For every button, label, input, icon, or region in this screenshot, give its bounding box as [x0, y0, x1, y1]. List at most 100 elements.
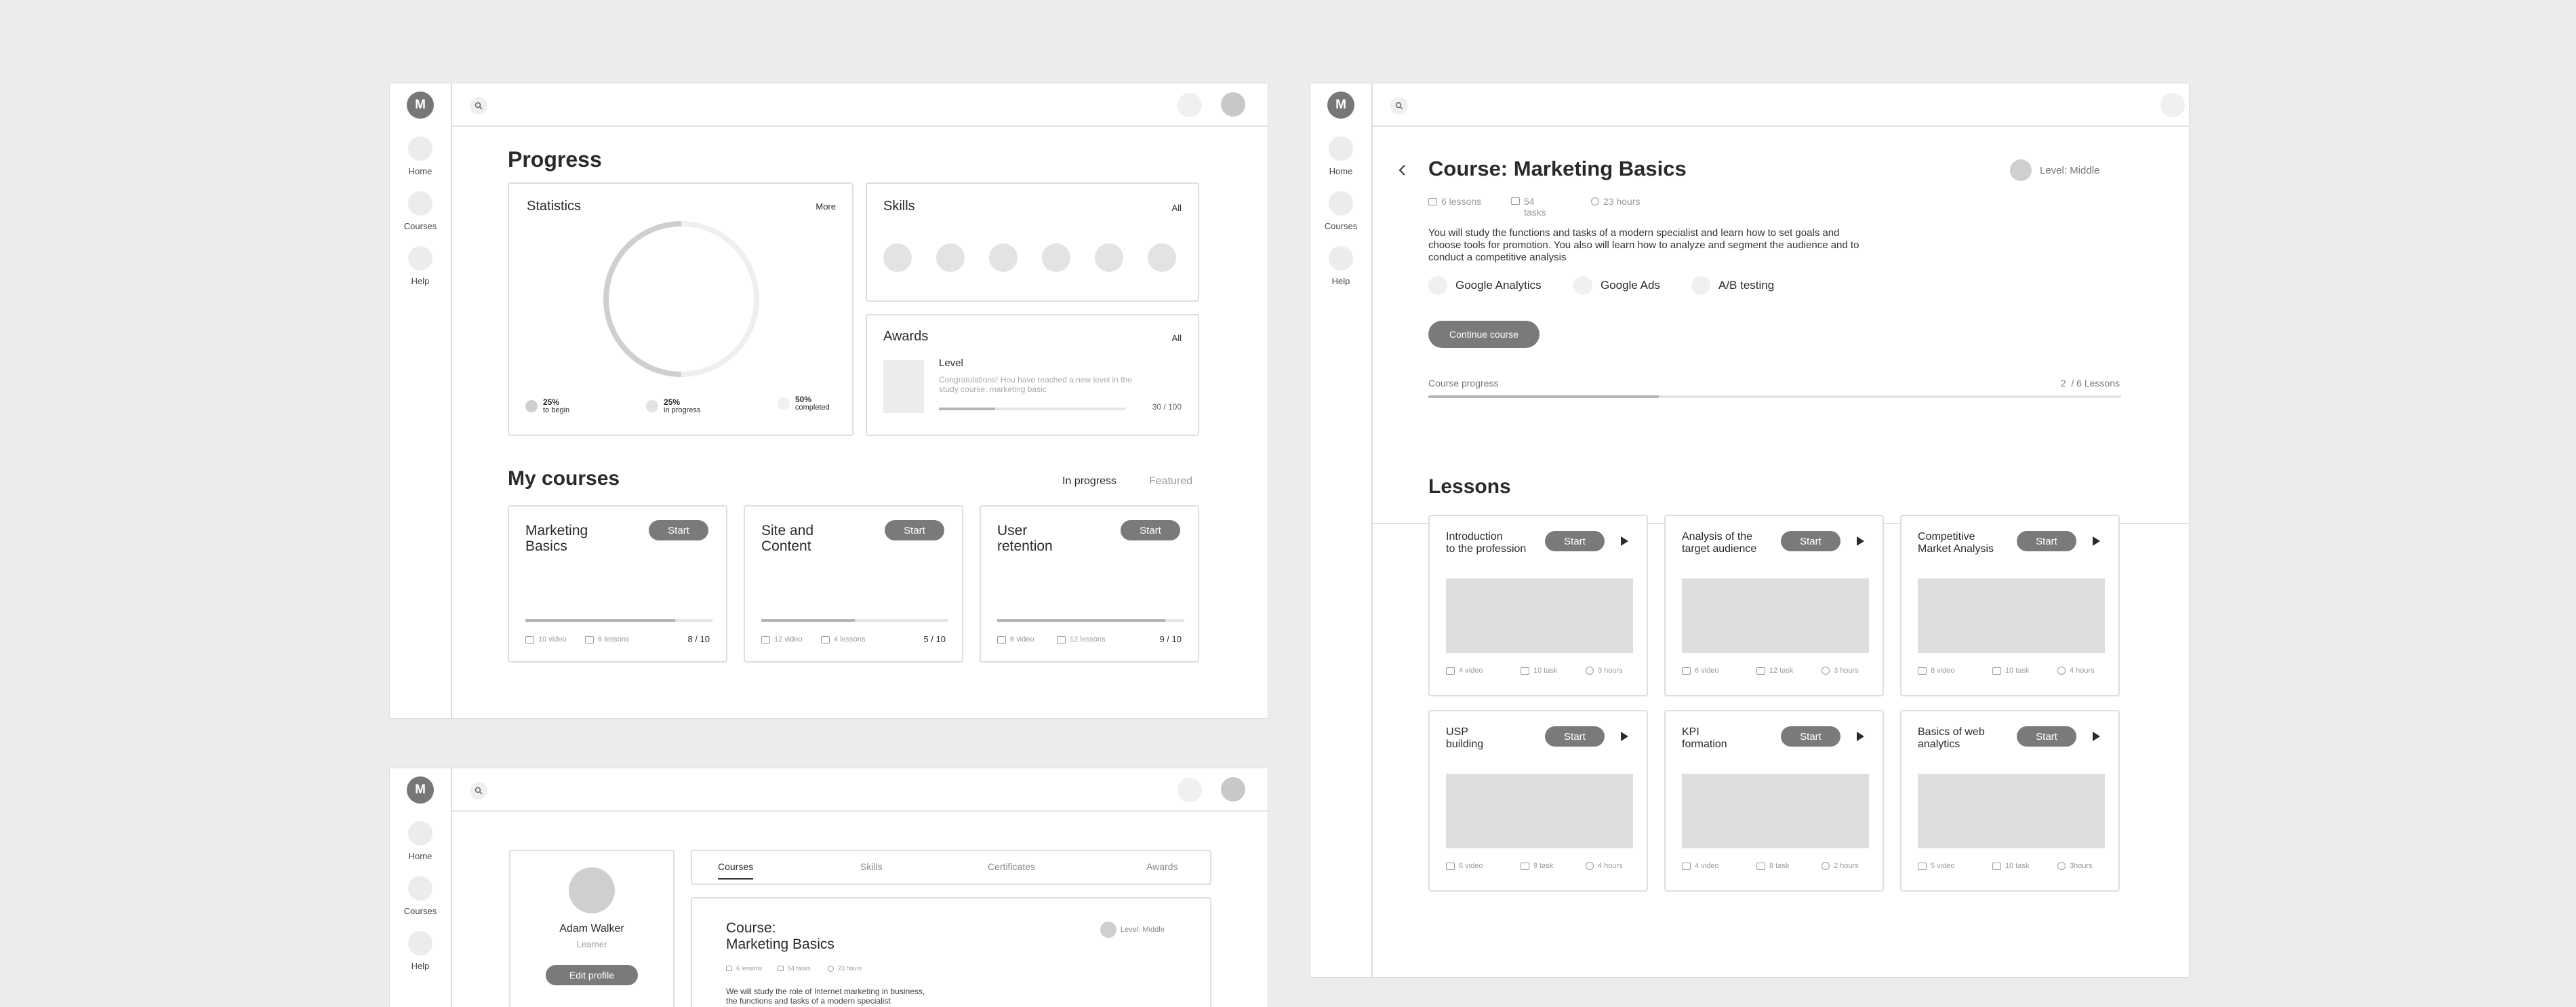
start-button[interactable]: Start [885, 520, 944, 540]
avatar[interactable] [1221, 777, 1245, 802]
home-icon [1329, 136, 1353, 161]
edit-profile-button[interactable]: Edit profile [546, 965, 638, 985]
lesson-videos-text: 4 video [1459, 667, 1483, 675]
notification-icon[interactable] [1178, 778, 1202, 802]
profile-course-card: Course: Marketing Basics Level: Middle 6… [691, 897, 1211, 1007]
start-button[interactable]: Start [2017, 726, 2076, 747]
tab-awards[interactable]: Awards [1146, 861, 1178, 872]
course-card[interactable]: Site and Content Start 12 video 4 lesson… [744, 505, 963, 663]
nav-help[interactable]: Help [1329, 246, 1353, 286]
course-screen: M Home Courses Help Course: Marketing Ba… [1310, 83, 2190, 978]
nav-help-label: Help [1331, 276, 1350, 286]
logo: M [407, 776, 434, 804]
lesson-title-line2: analytics [1918, 738, 1960, 750]
play-icon[interactable] [1621, 536, 1628, 546]
course-hours-stat: 23 hours [1591, 196, 1640, 207]
nav-help[interactable]: Help [408, 931, 432, 971]
profile-avatar [569, 867, 615, 913]
lesson-card[interactable]: Competitive Market Analysis Start 8 vide… [1900, 515, 2120, 696]
start-button[interactable]: Start [1781, 726, 1840, 747]
play-icon[interactable] [2093, 732, 2100, 741]
start-button[interactable]: Start [649, 520, 708, 540]
course-lessons: 12 lessons [1057, 635, 1106, 644]
nav-courses[interactable]: Courses [404, 876, 437, 916]
lesson-thumbnail [1446, 774, 1633, 848]
nav-courses-label: Courses [403, 221, 437, 231]
nav-courses[interactable]: Courses [404, 191, 437, 231]
awards-all-link[interactable]: All [1172, 333, 1182, 343]
course-progress-text: 5 / 10 [923, 634, 946, 644]
video-icon [1682, 667, 1691, 675]
skill-badge[interactable] [1095, 243, 1123, 272]
video-icon [1446, 667, 1455, 675]
nav-help[interactable]: Help [408, 246, 432, 286]
notification-icon[interactable] [2160, 93, 2185, 117]
lesson-card[interactable]: Analysis of the target audience Start 6 … [1664, 515, 1884, 696]
skills-all-link[interactable]: All [1172, 203, 1182, 213]
skill-badge[interactable] [1148, 243, 1176, 272]
to-begin-value: 25% [543, 397, 560, 407]
lesson-videos: 6 video [1446, 862, 1483, 870]
more-link[interactable]: More [816, 201, 836, 212]
search-icon[interactable] [1390, 97, 1408, 115]
nav-home[interactable]: Home [1329, 136, 1353, 176]
lesson-hours: 3 hours [1822, 667, 1859, 675]
course-progress-bar [997, 619, 1184, 622]
tab-skills[interactable]: Skills [860, 861, 883, 872]
lesson-icon [1428, 197, 1437, 205]
course-card[interactable]: Marketing Basics Start 10 video 6 lesson… [508, 505, 727, 663]
skill-badge[interactable] [989, 243, 1018, 272]
task-icon [1756, 862, 1765, 870]
tab-in-progress[interactable]: In progress [1062, 475, 1116, 488]
lesson-card[interactable]: Introduction to the profession Start 4 v… [1428, 515, 1648, 696]
course-progress-bar [525, 619, 712, 622]
google-ads-icon [1573, 276, 1592, 295]
play-icon[interactable] [1857, 732, 1864, 741]
profile-tasks: 54 tasks [778, 965, 811, 972]
lesson-card[interactable]: KPI formation Start 4 video 8 task 2 hou… [1664, 710, 1884, 892]
skill-badge[interactable] [1042, 243, 1070, 272]
start-button[interactable]: Start [1781, 531, 1840, 551]
tab-courses[interactable]: Courses [718, 861, 754, 880]
play-icon[interactable] [2093, 536, 2100, 546]
sidebar: M Home Courses Help [1310, 83, 1373, 977]
search-icon[interactable] [470, 97, 487, 115]
course-hours-text: 23 hours [1603, 196, 1641, 207]
nav-courses-label: Courses [1324, 221, 1358, 231]
lesson-tasks-text: 8 task [1769, 862, 1790, 870]
nav-home[interactable]: Home [408, 821, 432, 861]
course-videos-text: 12 video [774, 635, 803, 644]
tab-featured[interactable]: Featured [1149, 475, 1192, 488]
google-analytics-icon [1428, 276, 1447, 295]
start-button[interactable]: Start [1545, 531, 1605, 551]
course-title-line1: Marketing [525, 523, 588, 538]
nav-courses[interactable]: Courses [1325, 191, 1357, 231]
lesson-card[interactable]: USP building Start 6 video 9 task 4 hour… [1428, 710, 1648, 892]
course-title-line2: retention [997, 538, 1053, 554]
play-icon[interactable] [1857, 536, 1864, 546]
search-icon[interactable] [470, 782, 487, 799]
start-button[interactable]: Start [1545, 726, 1605, 747]
task-icon [778, 966, 784, 971]
task-icon [1511, 197, 1520, 205]
course-card[interactable]: User retention Start 6 video 12 lessons … [980, 505, 1199, 663]
back-arrow-icon[interactable] [1397, 163, 1407, 177]
skill-badge[interactable] [936, 243, 965, 272]
course-level: Level: Middle [2040, 165, 2100, 176]
start-button[interactable]: Start [2017, 531, 2076, 551]
avatar[interactable] [1221, 92, 1245, 117]
skill-badge[interactable] [883, 243, 912, 272]
task-icon [1521, 667, 1529, 675]
lesson-hours-text: 4 hours [1598, 862, 1623, 870]
tab-certificates[interactable]: Certificates [988, 861, 1035, 872]
start-button[interactable]: Start [1121, 520, 1180, 540]
notification-icon[interactable] [1178, 93, 1202, 117]
nav-home[interactable]: Home [408, 136, 432, 176]
course-lessons: 4 lessons [821, 635, 865, 644]
play-icon[interactable] [1621, 732, 1628, 741]
profile-description-line2: the functions and tasks of a modern spec… [726, 996, 891, 1006]
lesson-card[interactable]: Basics of web analytics Start 5 video 10… [1900, 710, 2120, 892]
award-progress-fill [939, 408, 995, 410]
continue-course-button[interactable]: Continue course [1428, 321, 1539, 348]
course-lessons-text: 4 lessons [834, 635, 866, 644]
